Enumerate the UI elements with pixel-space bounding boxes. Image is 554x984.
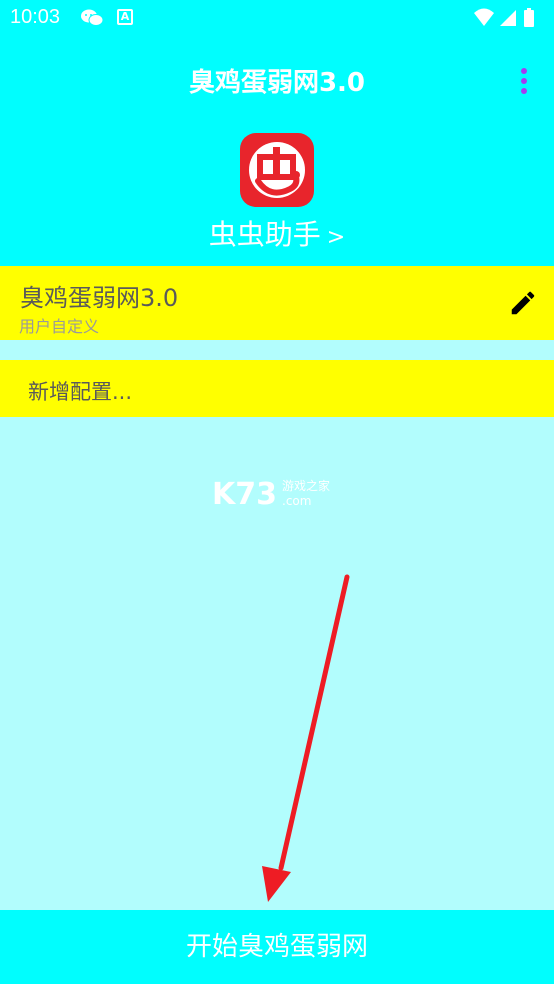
- battery-icon: [524, 8, 534, 27]
- assistant-label: 虫虫助手: [208, 218, 321, 251]
- add-config-button[interactable]: 新增配置...: [0, 360, 554, 417]
- status-bar: 10:03 A: [0, 0, 554, 38]
- pencil-icon[interactable]: [508, 288, 538, 318]
- config-item[interactable]: 臭鸡蛋弱网3.0 用户自定义: [0, 266, 554, 340]
- app-title: 臭鸡蛋弱网3.0: [188, 68, 366, 98]
- k73-watermark: K73 游戏之家 .com: [212, 477, 330, 511]
- assistant-link[interactable]: 虫虫助手 >: [0, 213, 554, 253]
- a-notification-icon: A: [117, 9, 133, 25]
- more-vertical-icon[interactable]: [518, 68, 530, 96]
- chongchong-logo-icon[interactable]: [240, 133, 314, 207]
- watermark-domain: .com: [282, 494, 311, 508]
- wechat-icon: [81, 9, 104, 26]
- status-right-icons: [474, 8, 534, 27]
- app-header: 臭鸡蛋弱网3.0 虫虫助手 >: [0, 38, 554, 266]
- signal-icon: [500, 10, 516, 26]
- watermark-brand: K73: [212, 477, 277, 511]
- chevron-right-icon: >: [326, 225, 346, 250]
- watermark-cn: 游戏之家: [282, 478, 330, 493]
- wifi-icon: [474, 8, 494, 26]
- add-config-label: 新增配置...: [28, 380, 133, 404]
- config-subtitle: 用户自定义: [19, 317, 100, 336]
- config-title: 臭鸡蛋弱网3.0: [20, 284, 179, 312]
- start-button[interactable]: 开始臭鸡蛋弱网: [0, 910, 554, 984]
- status-time: 10:03: [10, 6, 61, 28]
